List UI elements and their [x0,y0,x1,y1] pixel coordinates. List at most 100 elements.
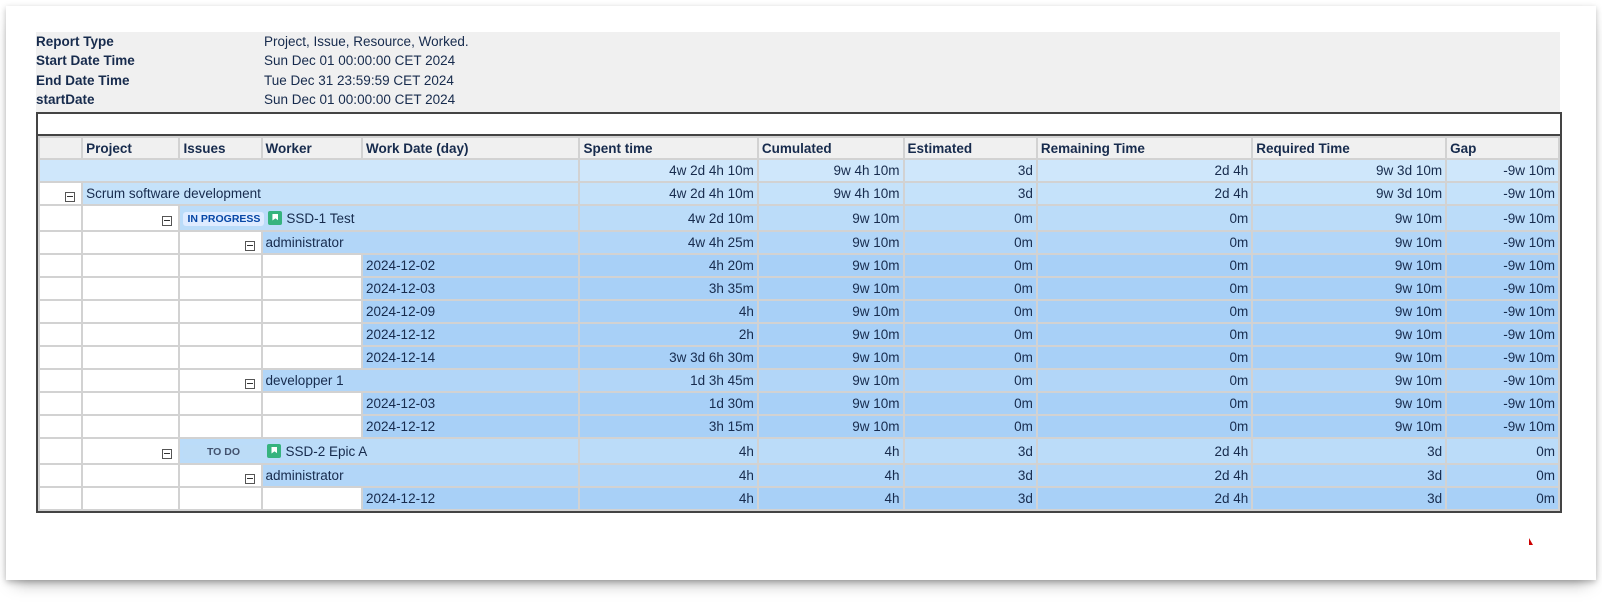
day-date: 2024-12-12 [361,486,581,511]
project-name[interactable]: Scrum software development [81,181,581,206]
empty-cell [37,486,84,511]
day-cumulated: 9w 10m [756,345,905,370]
empty-cell [260,486,364,511]
day-required: 9w 10m [1251,276,1448,301]
day-required: 9w 10m [1251,414,1448,439]
worker-estimated: 0m [902,368,1038,393]
empty-cell [81,276,181,301]
day-required: 9w 10m [1251,322,1448,347]
empty-cell [260,345,364,370]
worker-required: 3d [1251,463,1448,488]
day-row: 2024-12-02 4h 20m 9w 10m 0m 0m 9w 10m -9… [37,253,1560,278]
day-remaining: 0m [1035,299,1254,324]
empty-cell [81,368,181,393]
empty-cell [178,414,263,439]
day-spent: 3h 35m [578,276,759,301]
empty-cell [81,345,181,370]
column-header-issues[interactable]: Issues [178,136,263,160]
day-spent: 3w 3d 6h 30m [578,345,759,370]
day-date: 2024-12-12 [361,322,581,347]
issue-toggle-cell [81,204,181,232]
total-required: 9w 3d 10m [1251,158,1448,183]
day-required: 3d [1251,486,1448,511]
collapse-icon[interactable] [244,240,255,251]
day-date: 2024-12-09 [361,299,581,324]
day-estimated: 0m [902,322,1038,347]
project-toggle-cell [37,181,84,206]
column-header-remaining-time[interactable]: Remaining Time [1035,136,1254,160]
issue-estimated: 0m [902,204,1038,232]
day-gap: -9w 10m [1445,345,1560,370]
column-header-work-date[interactable]: Work Date (day) [361,136,581,160]
worker-remaining: 0m [1035,368,1254,393]
empty-cell [260,414,364,439]
empty-cell [37,414,84,439]
worker-name: administrator [260,230,581,255]
empty-cell [81,391,181,416]
day-row: 2024-12-09 4h 9w 10m 0m 0m 9w 10m -9w 10… [37,299,1560,324]
collapse-icon[interactable] [162,449,173,459]
meta-key: Start Date Time [36,53,135,68]
empty-cell [260,299,364,324]
empty-cell [178,391,263,416]
empty-cell [178,345,263,370]
collapse-icon[interactable] [244,378,255,389]
empty-cell [37,391,84,416]
day-estimated: 0m [902,391,1038,416]
issue-spent: 4w 2d 10m [578,204,759,232]
day-row: 2024-12-12 2h 9w 10m 0m 0m 9w 10m -9w 10… [37,322,1560,347]
project-cumulated: 9w 4h 10m [756,181,905,206]
issue-link[interactable]: SSD-2 Epic A [285,444,367,459]
day-gap: -9w 10m [1445,414,1560,439]
day-required: 9w 10m [1251,253,1448,278]
empty-cell [81,414,181,439]
day-estimated: 0m [902,253,1038,278]
column-header-required-time[interactable]: Required Time [1251,136,1448,160]
column-header-toggle [37,136,84,160]
day-spent: 2h [578,322,759,347]
empty-cell [178,253,263,278]
column-header-spent-time[interactable]: Spent time [578,136,759,160]
day-cumulated: 9w 10m [756,299,905,324]
worker-gap: -9w 10m [1445,230,1560,255]
day-estimated: 0m [902,276,1038,301]
day-date: 2024-12-03 [361,391,581,416]
worker-cumulated: 9w 10m [756,230,905,255]
empty-cell [37,437,84,465]
worker-spent: 1d 3h 45m [578,368,759,393]
day-cumulated: 9w 10m [756,253,905,278]
column-header-cumulated[interactable]: Cumulated [756,136,905,160]
project-required: 9w 3d 10m [1251,181,1448,206]
column-header-estimated[interactable]: Estimated [902,136,1038,160]
day-required: 9w 10m [1251,345,1448,370]
column-header-worker[interactable]: Worker [260,136,364,160]
collapse-icon[interactable] [162,216,173,226]
empty-cell [81,299,181,324]
issue-required: 9w 10m [1251,204,1448,232]
worker-gap: -9w 10m [1445,368,1560,393]
issue-remaining: 2d 4h [1035,437,1254,465]
collapse-icon[interactable] [244,473,255,484]
issue-link[interactable]: SSD-1 Test [286,211,354,226]
column-header-project[interactable]: Project [81,136,181,160]
column-header-gap[interactable]: Gap [1445,136,1560,160]
worker-name: developper 1 [260,368,581,393]
issue-estimated: 3d [902,437,1038,465]
meta-key: startDate [36,92,95,107]
report-table: Project Issues Worker Work Date (day) Sp… [36,134,1562,513]
total-row: 4w 2d 4h 10m 9w 4h 10m 3d 2d 4h 9w 3d 10… [37,158,1560,183]
total-estimated: 3d [902,158,1038,183]
day-remaining: 0m [1035,322,1254,347]
day-remaining: 0m [1035,414,1254,439]
issue-toggle-cell [81,437,181,465]
worker-row: administrator 4w 4h 25m 9w 10m 0m 0m 9w … [37,230,1560,255]
day-cumulated: 9w 10m [756,414,905,439]
day-row: 2024-12-03 3h 35m 9w 10m 0m 0m 9w 10m -9… [37,276,1560,301]
day-row: 2024-12-12 4h 4h 3d 2d 4h 3d 0m [37,486,1560,511]
empty-cell [178,299,263,324]
empty-cell [37,276,84,301]
collapse-icon[interactable] [65,191,76,202]
day-remaining: 0m [1035,345,1254,370]
day-estimated: 0m [902,345,1038,370]
worker-toggle-cell [178,463,263,488]
